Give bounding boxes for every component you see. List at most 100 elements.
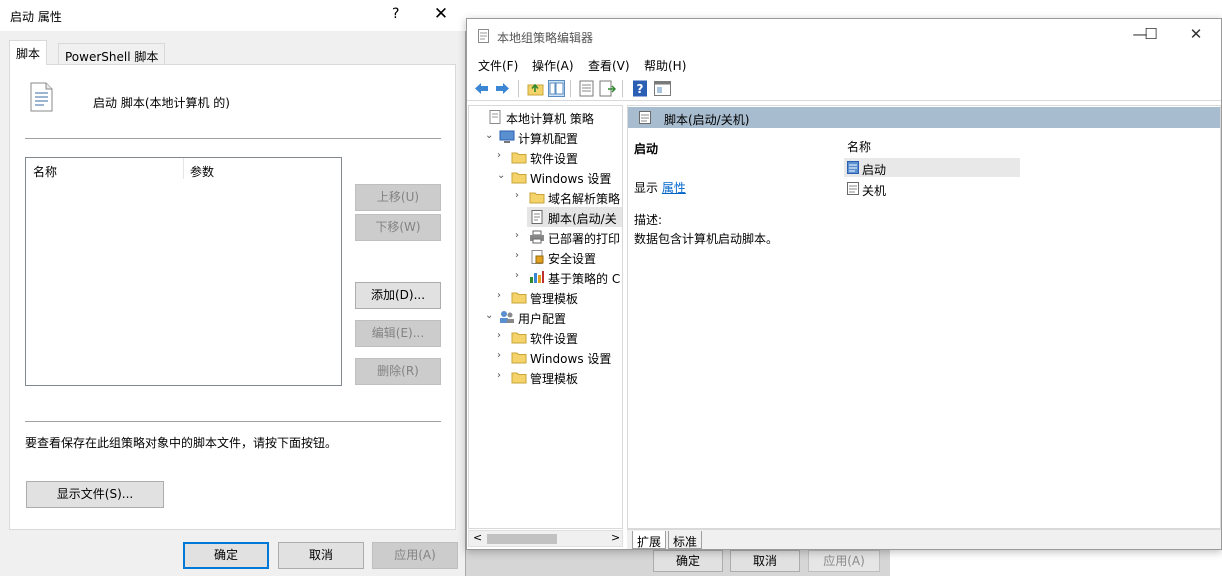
scroll-right-icon[interactable]: > xyxy=(611,531,620,544)
tree-item[interactable]: › Windows 设置 xyxy=(497,347,622,367)
tab-standard[interactable]: 标准 xyxy=(668,531,703,549)
tree-pane[interactable]: 本地计算机 策略 ⌄ 计算机配置 › 软件设置 ⌄ Windows 设置 › 域名解析策略 脚本(… xyxy=(468,105,623,529)
help-icon[interactable]: ? xyxy=(632,80,649,97)
dialog-title: 启动 属性 xyxy=(10,10,62,24)
close-icon[interactable]: ✕ xyxy=(431,4,451,24)
script-icon xyxy=(847,161,859,174)
policy-doc-icon xyxy=(478,29,489,43)
toolbar-separator xyxy=(518,80,519,97)
tree-item-label: 域名解析策略 xyxy=(548,192,621,206)
show-hide-tree-icon[interactable] xyxy=(548,80,565,97)
export-list-icon[interactable] xyxy=(599,80,616,97)
close-icon[interactable]: ✕ xyxy=(1186,25,1206,43)
properties-link[interactable]: 属性 xyxy=(662,181,686,195)
add-button[interactable]: 添加(D)... xyxy=(355,282,441,309)
chevron-right-icon[interactable]: › xyxy=(497,350,507,361)
tree-item-label: 已部署的打印 xyxy=(548,232,621,246)
chevron-right-icon[interactable]: › xyxy=(497,150,507,161)
tree-item-label: 软件设置 xyxy=(530,152,579,166)
move-down-button: 下移(W) xyxy=(355,214,441,241)
background-cancel-button[interactable]: 取消 xyxy=(730,550,800,572)
scrollbar-thumb[interactable] xyxy=(487,534,557,544)
up-folder-icon[interactable] xyxy=(527,80,544,97)
chevron-right-icon[interactable]: › xyxy=(497,290,507,301)
folder-icon xyxy=(511,330,527,344)
folder-icon xyxy=(529,190,545,204)
dialog-titlebar: 启动 属性 ? ✕ xyxy=(0,0,466,31)
policy-doc-icon xyxy=(487,110,503,124)
tree-item[interactable]: › 安全设置 xyxy=(515,247,622,267)
horizontal-scrollbar[interactable]: < > xyxy=(468,530,623,547)
scripts-list[interactable]: 名称 参数 xyxy=(25,157,342,386)
security-icon xyxy=(529,250,545,264)
chevron-right-icon[interactable]: › xyxy=(515,230,525,241)
tree-item[interactable]: ⌄ 计算机配置 xyxy=(485,127,622,147)
menu-bar: 文件(F) 操作(A) 查看(V) 帮助(H) xyxy=(467,53,1221,75)
menu-file[interactable]: 文件(F) xyxy=(478,57,518,74)
edit-button: 编辑(E)... xyxy=(355,320,441,347)
tab-powershell-scripts[interactable]: PowerShell 脚本 xyxy=(58,43,166,66)
tree-item[interactable]: › 管理模板 xyxy=(497,367,622,387)
tree-item[interactable]: › 基于策略的 C xyxy=(515,267,622,287)
folder-icon xyxy=(511,350,527,364)
folder-icon xyxy=(511,290,527,304)
description-label: 描述: xyxy=(634,213,663,227)
startup-properties-dialog: 启动 属性 ? ✕ 脚本 PowerShell 脚本 启动 脚本(本地计算机 的… xyxy=(0,0,466,576)
tab-scripts[interactable]: 脚本 xyxy=(9,40,48,65)
tree-item[interactable]: › 管理模板 xyxy=(497,287,622,307)
menu-help[interactable]: 帮助(H) xyxy=(644,57,686,74)
chevron-right-icon[interactable]: › xyxy=(515,190,525,201)
cancel-button[interactable]: 取消 xyxy=(278,542,364,569)
tree-item[interactable]: › 软件设置 xyxy=(497,147,622,167)
tree-item[interactable]: ⌄ Windows 设置 xyxy=(497,167,622,187)
chevron-right-icon[interactable]: › xyxy=(515,250,525,261)
tree-item[interactable]: ⌄ 用户配置 xyxy=(485,307,622,327)
script-icon xyxy=(529,210,545,224)
toolbar-separator xyxy=(570,80,571,97)
list-item-startup[interactable]: 启动 xyxy=(844,158,1020,177)
tree-item[interactable]: › 域名解析策略 xyxy=(515,187,622,207)
help-icon[interactable]: ? xyxy=(392,6,399,22)
tree-item[interactable]: 脚本(启动/关 xyxy=(527,207,622,227)
list-item-shutdown[interactable]: 关机 xyxy=(844,179,1020,198)
back-arrow-icon[interactable] xyxy=(473,80,490,97)
show-files-button[interactable]: 显示文件(S)... xyxy=(26,481,164,508)
scroll-left-icon[interactable]: < xyxy=(473,531,482,544)
view-icon[interactable] xyxy=(654,80,671,97)
tree-item-label: 计算机配置 xyxy=(518,132,579,146)
content-header: 脚本(启动/关机) xyxy=(628,107,1220,128)
chevron-right-icon[interactable]: › xyxy=(497,370,507,381)
ok-button[interactable]: 确定 xyxy=(183,542,269,569)
properties-icon[interactable] xyxy=(578,80,595,97)
chart-icon xyxy=(529,270,545,284)
apply-button: 应用(A) xyxy=(372,542,458,569)
maximize-icon[interactable]: ☐ xyxy=(1141,25,1161,43)
forward-arrow-icon[interactable] xyxy=(494,80,511,97)
chevron-down-icon[interactable]: ⌄ xyxy=(485,130,495,141)
menu-action[interactable]: 操作(A) xyxy=(532,57,574,74)
script-icon xyxy=(847,182,859,195)
divider xyxy=(25,421,441,422)
tab-extended[interactable]: 扩展 xyxy=(632,531,667,549)
column-header-name[interactable]: 名称 xyxy=(33,163,57,180)
tree-item[interactable]: 本地计算机 策略 xyxy=(485,107,622,127)
tree-item[interactable]: › 软件设置 xyxy=(497,327,622,347)
panel-heading: 启动 脚本(本地计算机 的) xyxy=(93,96,230,110)
toolbar-separator xyxy=(622,80,623,97)
chevron-down-icon[interactable]: ⌄ xyxy=(497,170,507,181)
tree-item-label: 基于策略的 C xyxy=(548,272,621,286)
group-policy-editor-window: 本地组策略编辑器 — ☐ ✕ 文件(F) 操作(A) 查看(V) 帮助(H) ?… xyxy=(466,18,1222,550)
tree-item[interactable]: › 已部署的打印 xyxy=(515,227,622,247)
tree-item-label: 管理模板 xyxy=(530,292,579,306)
chevron-right-icon[interactable]: › xyxy=(515,270,525,281)
column-header-params[interactable]: 参数 xyxy=(190,163,214,180)
column-separator[interactable] xyxy=(183,158,184,179)
background-ok-button[interactable]: 确定 xyxy=(653,550,723,572)
chevron-down-icon[interactable]: ⌄ xyxy=(485,310,495,321)
folder-icon xyxy=(511,170,527,184)
chevron-right-icon[interactable]: › xyxy=(497,330,507,341)
menu-view[interactable]: 查看(V) xyxy=(588,57,630,74)
remove-button: 删除(R) xyxy=(355,358,441,385)
column-header-name[interactable]: 名称 xyxy=(847,138,871,155)
editor-title: 本地组策略编辑器 xyxy=(497,31,594,45)
